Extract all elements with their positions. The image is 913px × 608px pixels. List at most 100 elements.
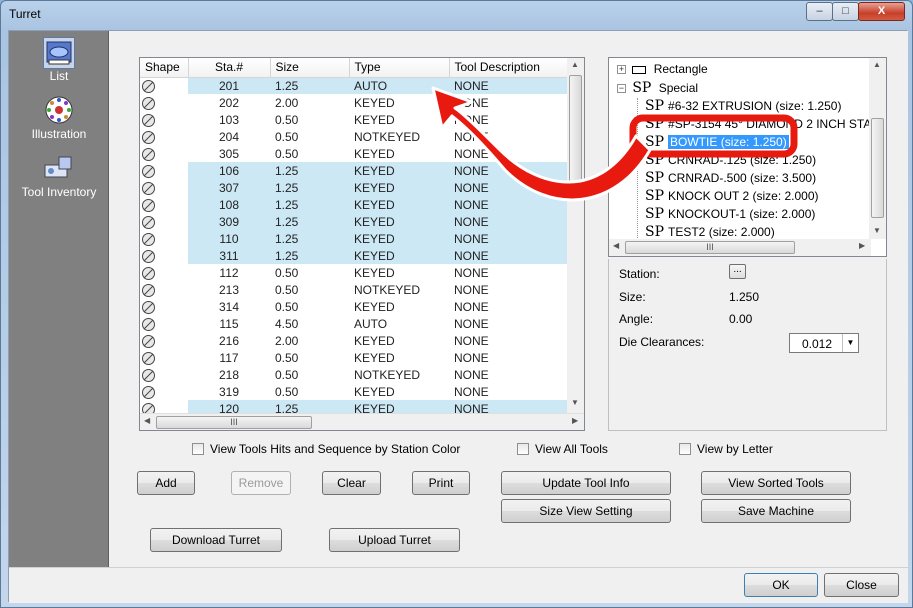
table-row[interactable]: 311 1.25 KEYED NONE	[140, 247, 584, 264]
nav-item-list[interactable]: List	[9, 37, 109, 83]
table-row[interactable]: 307 1.25 KEYED NONE	[140, 179, 584, 196]
station-browse-button[interactable]: ...	[729, 264, 746, 279]
table-row[interactable]: 202 2.00 KEYED NONE	[140, 94, 584, 111]
tool-size-close: )	[837, 99, 842, 113]
nav-item-tool-inventory[interactable]: Tool Inventory	[9, 153, 109, 199]
die-clearances-select[interactable]: 0.012 ▼	[789, 333, 859, 353]
grid-horizontal-scrollbar[interactable]: ◀ III ▶	[140, 413, 584, 430]
tree-item-tool[interactable]: SP #SP-3154 45° DIAMOND 2 INCH STAT	[645, 116, 878, 132]
table-row[interactable]: 309 1.25 KEYED NONE	[140, 213, 584, 230]
size-cell: 1.25	[270, 196, 349, 213]
remove-button[interactable]: Remove	[231, 471, 291, 495]
tool-tree-view[interactable]: + Rectangle − SP Special SP #6-32 EXTRUSI…	[608, 57, 887, 257]
tree-item-tool[interactable]: SP CRNRAD-.125 (size: 1.250)	[645, 152, 816, 168]
station-cell: 305	[218, 146, 240, 161]
expand-icon[interactable]: +	[617, 65, 626, 75]
download-turret-button[interactable]: Download Turret	[150, 528, 282, 552]
save-machine-button[interactable]: Save Machine	[701, 499, 851, 523]
round-shape-icon	[142, 96, 155, 110]
ok-button[interactable]: OK	[744, 573, 818, 597]
view-sorted-tools-button[interactable]: View Sorted Tools	[701, 471, 851, 495]
table-row[interactable]: 117 0.50 KEYED NONE	[140, 349, 584, 366]
tree-vertical-scrollbar[interactable]: ▲ ▼	[869, 58, 886, 239]
description-cell: NONE	[449, 162, 584, 179]
tree-horizontal-scrollbar[interactable]: ◀ III ▶	[609, 239, 871, 256]
tree-vscroll-thumb[interactable]	[871, 118, 884, 218]
tree-item-tool[interactable]: SP BOWTIE (size: 1.250)	[645, 134, 790, 150]
print-button[interactable]: Print	[412, 471, 470, 495]
grid-vscroll-thumb[interactable]	[569, 75, 582, 195]
size-cell: 0.50	[275, 299, 299, 314]
scroll-left-arrow-icon[interactable]: ◀	[144, 416, 150, 425]
table-row[interactable]: 204 0.50 NOTKEYED NONE	[140, 128, 584, 145]
table-row[interactable]: 218 0.50 NOTKEYED NONE	[140, 366, 584, 383]
scroll-up-arrow-icon[interactable]: ▲	[571, 60, 579, 69]
scroll-down-arrow-icon[interactable]: ▼	[873, 226, 881, 235]
round-shape-icon	[142, 198, 155, 212]
column-header-tool-description[interactable]: Tool Description	[449, 58, 584, 78]
table-row[interactable]: 108 1.25 KEYED NONE	[140, 196, 584, 213]
nav-label-list: List	[49, 69, 69, 83]
table-row[interactable]: 319 0.50 KEYED NONE	[140, 383, 584, 400]
tree-node-rectangle[interactable]: + Rectangle	[617, 62, 708, 76]
tool-size: (size:	[746, 153, 783, 167]
table-row[interactable]: 112 0.50 KEYED NONE	[140, 264, 584, 281]
column-header-size[interactable]: Size	[270, 58, 350, 78]
table-row[interactable]: 305 0.50 KEYED NONE	[140, 145, 584, 162]
title-bar: Turret – □ X	[1, 1, 912, 29]
table-row[interactable]: 201 1.25 AUTO NONE	[140, 77, 584, 94]
shape-cell	[140, 298, 188, 315]
close-window-button[interactable]: X	[858, 2, 905, 21]
scroll-left-arrow-icon[interactable]: ◀	[613, 241, 619, 250]
description-cell: NONE	[449, 247, 584, 264]
size-cell: 0.50	[275, 265, 299, 280]
station-cell: 216	[218, 333, 240, 348]
tree-item-tool[interactable]: SP CRNRAD-.500 (size: 3.500)	[645, 170, 816, 186]
tree-item-tool[interactable]: SP KNOCK OUT 2 (size: 2.000)	[645, 188, 819, 204]
column-header-station[interactable]: Sta.#	[188, 58, 271, 78]
clear-button[interactable]: Clear	[322, 471, 381, 495]
column-header-shape[interactable]: Shape	[140, 58, 189, 78]
table-row[interactable]: 213 0.50 NOTKEYED NONE	[140, 281, 584, 298]
turret-station-grid[interactable]: Shape Sta.# Size Type Tool Description 2…	[139, 57, 585, 431]
type-cell: KEYED	[354, 384, 395, 399]
scroll-down-arrow-icon[interactable]: ▼	[571, 398, 579, 407]
minimize-button[interactable]: –	[806, 2, 833, 21]
view-hits-checkbox[interactable]: View Tools Hits and Sequence by Station …	[192, 442, 460, 456]
grid-hscroll-thumb[interactable]: III	[156, 416, 312, 429]
update-tool-info-button[interactable]: Update Tool Info	[501, 471, 671, 495]
add-button[interactable]: Add	[137, 471, 195, 495]
table-row[interactable]: 216 2.00 KEYED NONE	[140, 332, 584, 349]
close-button[interactable]: Close	[824, 573, 899, 597]
size-view-setting-button[interactable]: Size View Setting	[501, 499, 671, 523]
scroll-right-arrow-icon[interactable]: ▶	[859, 241, 865, 250]
tree-node-special[interactable]: − SP Special	[617, 80, 698, 96]
view-all-tools-checkbox[interactable]: View All Tools	[517, 442, 608, 456]
checkbox-box[interactable]	[517, 443, 529, 455]
view-by-letter-checkbox[interactable]: View by Letter	[679, 442, 773, 456]
shape-cell	[140, 77, 188, 94]
checkbox-box[interactable]	[192, 443, 204, 455]
turret-window: Turret – □ X List Illustration Tool Inve…	[0, 0, 913, 608]
scroll-up-arrow-icon[interactable]: ▲	[873, 60, 881, 69]
type-cell: NOTKEYED	[354, 129, 421, 144]
scroll-right-arrow-icon[interactable]: ▶	[572, 416, 578, 425]
table-row[interactable]: 110 1.25 KEYED NONE	[140, 230, 584, 247]
table-row[interactable]: 115 4.50 AUTO NONE	[140, 315, 584, 332]
column-header-type[interactable]: Type	[349, 58, 450, 78]
table-row[interactable]: 314 0.50 KEYED NONE	[140, 298, 584, 315]
table-row[interactable]: 106 1.25 KEYED NONE	[140, 162, 584, 179]
upload-turret-button[interactable]: Upload Turret	[329, 528, 460, 552]
nav-item-illustration[interactable]: Illustration	[9, 95, 109, 141]
checkbox-box[interactable]	[679, 443, 691, 455]
table-row[interactable]: 103 0.50 KEYED NONE	[140, 111, 584, 128]
maximize-button[interactable]: □	[832, 2, 859, 21]
grid-vertical-scrollbar[interactable]: ▲ ▼	[567, 58, 584, 413]
tree-item-tool[interactable]: SP TEST2 (size: 2.000)	[645, 224, 775, 240]
tree-item-tool[interactable]: SP KNOCKOUT-1 (size: 2.000)	[645, 206, 815, 222]
shape-cell	[140, 315, 188, 332]
collapse-icon[interactable]: −	[617, 84, 626, 94]
tree-item-tool[interactable]: SP #6-32 EXTRUSION (size: 1.250)	[645, 98, 841, 114]
dropdown-arrow-icon[interactable]: ▼	[842, 334, 858, 352]
tree-hscroll-thumb[interactable]: III	[625, 241, 795, 254]
